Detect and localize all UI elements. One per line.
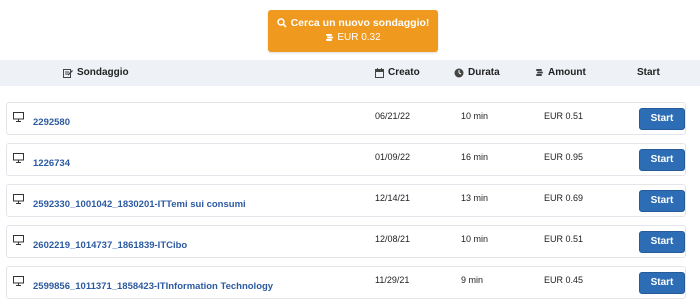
- amount: EUR 0.51: [544, 234, 584, 244]
- coins-icon: [325, 33, 334, 42]
- table-header: Sondaggio Creato Durata Amount Start: [0, 60, 700, 86]
- header-duration: Durata: [454, 67, 500, 78]
- survey-link[interactable]: 2602219_1014737_1861839-ITCibo: [33, 240, 187, 251]
- survey-edit-icon: [63, 68, 73, 78]
- header-start-label: Start: [637, 67, 660, 78]
- start-button[interactable]: Start: [639, 272, 685, 294]
- table-row: 2292580 06/21/22 10 min EUR 0.51 Start: [6, 102, 686, 135]
- duration: 13 min: [461, 193, 489, 203]
- amount: EUR 0.51: [544, 111, 584, 121]
- table-row: 2599856_1011371_1858423-ITInformation Te…: [6, 266, 686, 299]
- start-button[interactable]: Start: [639, 108, 685, 130]
- start-button[interactable]: Start: [639, 231, 685, 253]
- desktop-icon: [13, 112, 24, 122]
- header-survey-label: Sondaggio: [77, 67, 129, 78]
- duration: 16 min: [461, 152, 489, 162]
- desktop-icon: [13, 276, 24, 286]
- cta-amount-line: EUR 0.32: [268, 32, 438, 43]
- created-date: 12/08/21: [375, 234, 411, 244]
- header-created: Creato: [375, 67, 420, 78]
- created-date: 06/21/22: [375, 111, 411, 121]
- search-icon: [276, 18, 287, 28]
- amount: EUR 0.69: [544, 193, 584, 203]
- calendar-icon: [375, 67, 384, 78]
- duration: 10 min: [461, 111, 489, 121]
- start-button[interactable]: Start: [639, 149, 685, 171]
- amount: EUR 0.45: [544, 275, 584, 285]
- duration: 10 min: [461, 234, 489, 244]
- created-date: 12/14/21: [375, 193, 411, 203]
- cta-label-line: Cerca un nuovo sondaggio!: [268, 17, 438, 29]
- survey-link[interactable]: 2592330_1001042_1830201-ITTemi sui consu…: [33, 199, 246, 210]
- coins-icon: [535, 68, 544, 77]
- header-amount: Amount: [535, 67, 586, 78]
- desktop-icon: [13, 153, 24, 163]
- duration: 9 min: [461, 275, 484, 285]
- cta-label: Cerca un nuovo sondaggio!: [290, 17, 430, 29]
- header-created-label: Creato: [388, 67, 420, 78]
- search-new-survey-button[interactable]: Cerca un nuovo sondaggio! EUR 0.32: [268, 10, 438, 52]
- amount: EUR 0.95: [544, 152, 584, 162]
- survey-link[interactable]: 2292580: [33, 117, 70, 128]
- created-date: 11/29/21: [375, 275, 410, 285]
- cta-amount: EUR 0.32: [337, 32, 381, 43]
- clock-icon: [454, 68, 464, 78]
- header-amount-label: Amount: [548, 67, 586, 78]
- desktop-icon: [13, 194, 24, 204]
- survey-link[interactable]: 2599856_1011371_1858423-ITInformation Te…: [33, 281, 273, 292]
- header-duration-label: Durata: [468, 67, 500, 78]
- table-row: 2592330_1001042_1830201-ITTemi sui consu…: [6, 184, 686, 217]
- table-row: 1226734 01/09/22 16 min EUR 0.95 Start: [6, 143, 686, 176]
- table-row: 2602219_1014737_1861839-ITCibo 12/08/21 …: [6, 225, 686, 258]
- desktop-icon: [13, 235, 24, 245]
- created-date: 01/09/22: [375, 152, 411, 162]
- header-start: Start: [637, 67, 660, 78]
- survey-link[interactable]: 1226734: [33, 158, 70, 169]
- start-button[interactable]: Start: [639, 190, 685, 212]
- header-survey: Sondaggio: [63, 67, 129, 78]
